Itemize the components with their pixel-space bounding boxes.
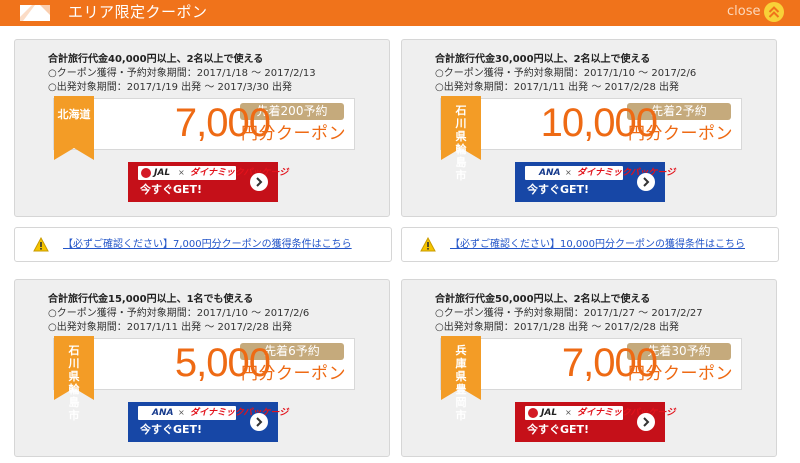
chevron-up-icon bbox=[768, 6, 780, 18]
times-mark: × bbox=[565, 408, 572, 417]
acquire-period: ○クーポン獲得・予約対象期間：2017/1/10 ～ 2017/2/6 bbox=[435, 68, 697, 79]
close-button[interactable] bbox=[764, 2, 784, 22]
area-label: 石川県輪島市 bbox=[455, 104, 467, 182]
get-button-label: 今すぐGET! bbox=[140, 423, 203, 436]
area-tag: 兵庫県豊岡市 bbox=[441, 336, 481, 422]
coupon-card: 合計旅行代金50,000円以上、2名以上で使える ○クーポン獲得・予約対象期間：… bbox=[401, 279, 777, 457]
departure-period: ○出発対象期間：2017/1/11 出発 ～ 2017/2/28 出発 bbox=[435, 82, 679, 93]
area-label: 北海道 bbox=[57, 108, 91, 121]
coupon-unit: 円分クーポン bbox=[628, 124, 733, 144]
arrow-right-icon bbox=[250, 413, 268, 431]
page-title: エリア限定クーポン bbox=[68, 3, 208, 21]
times-mark: × bbox=[178, 408, 185, 417]
acquire-period: ○クーポン獲得・予約対象期間：2017/1/27 ～ 2017/2/27 bbox=[435, 308, 703, 319]
notice-row: 【必ずご確認ください】7,000円分クーポンの獲得条件はこちら bbox=[14, 227, 392, 262]
departure-period: ○出発対象期間：2017/1/28 出発 ～ 2017/2/28 出発 bbox=[435, 322, 679, 333]
area-label: 兵庫県豊岡市 bbox=[455, 344, 467, 422]
coupon-unit: 円分クーポン bbox=[628, 364, 733, 384]
airline-name: ANA bbox=[152, 408, 174, 418]
coupon-amount-panel: 石川県輪島市 先着2予約 10,000 円分クーポン bbox=[440, 96, 742, 182]
times-mark: × bbox=[565, 168, 572, 177]
arrow-right-icon bbox=[637, 173, 655, 191]
get-coupon-button[interactable]: JAL × ダイナミックパッケージ 今すぐGET! bbox=[515, 402, 675, 442]
coupon-card: 合計旅行代金40,000円以上、2名以上で使える ○クーポン獲得・予約対象期間：… bbox=[14, 39, 390, 217]
notice-row: 【必ずご確認ください】10,000円分クーポンの獲得条件はこちら bbox=[401, 227, 779, 262]
area-label: 石川県輪島市 bbox=[68, 344, 80, 422]
acquire-period: ○クーポン獲得・予約対象期間：2017/1/18 ～ 2017/2/13 bbox=[48, 68, 316, 79]
airline-logo-strip: ANA × ダイナミックパッケージ bbox=[525, 166, 675, 180]
arrow-right-icon bbox=[637, 413, 655, 431]
coupon-condition: 合計旅行代金30,000円以上、2名以上で使える bbox=[435, 54, 651, 65]
times-mark: × bbox=[178, 168, 185, 177]
area-tag: 石川県輪島市 bbox=[441, 96, 481, 182]
pack-logo: ダイナミックパッケージ bbox=[577, 408, 676, 418]
departure-period: ○出発対象期間：2017/1/11 出発 ～ 2017/2/28 出発 bbox=[48, 322, 292, 333]
coupon-condition: 合計旅行代金40,000円以上、2名以上で使える bbox=[48, 54, 264, 65]
jal-crane-icon bbox=[141, 168, 151, 178]
airline-logo-strip: JAL × ダイナミックパッケージ bbox=[525, 406, 675, 420]
get-coupon-button[interactable]: JAL × ダイナミックパッケージ 今すぐGET! bbox=[128, 162, 288, 202]
area-tag: 石川県輪島市 bbox=[54, 336, 94, 422]
area-tag: 北海道 bbox=[54, 96, 94, 160]
coupon-card: 合計旅行代金30,000円以上、2名以上で使える ○クーポン獲得・予約対象期間：… bbox=[401, 39, 777, 217]
coupon-unit: 円分クーポン bbox=[241, 364, 346, 384]
pack-logo: ダイナミックパッケージ bbox=[577, 168, 676, 178]
pack-logo: ダイナミックパッケージ bbox=[190, 168, 289, 178]
airline-name: JAL bbox=[154, 168, 171, 178]
coupon-ticket-icon bbox=[18, 3, 52, 23]
arrow-right-icon bbox=[250, 173, 268, 191]
warning-icon bbox=[33, 237, 49, 252]
close-link[interactable]: close bbox=[727, 4, 760, 19]
get-coupon-button[interactable]: ANA × ダイナミックパッケージ 今すぐGET! bbox=[515, 162, 675, 202]
airline-logo-strip: JAL × ダイナミックパッケージ bbox=[138, 166, 288, 180]
warning-icon bbox=[420, 237, 436, 252]
jal-crane-icon bbox=[528, 408, 538, 418]
acquire-period: ○クーポン獲得・予約対象期間：2017/1/10 ～ 2017/2/6 bbox=[48, 308, 310, 319]
pack-logo: ダイナミックパッケージ bbox=[190, 408, 289, 418]
coupon-terms-link[interactable]: 【必ずご確認ください】7,000円分クーポンの獲得条件はこちら bbox=[63, 238, 352, 252]
airline-name: ANA bbox=[539, 168, 561, 178]
coupon-header: エリア限定クーポン close bbox=[0, 0, 800, 26]
airline-name: JAL bbox=[541, 408, 558, 418]
coupon-amount-panel: 石川県輪島市 先着6予約 5,000 円分クーポン bbox=[53, 336, 355, 422]
get-coupon-button[interactable]: ANA × ダイナミックパッケージ 今すぐGET! bbox=[128, 402, 288, 442]
coupon-amount-panel: 兵庫県豊岡市 先着30予約 7,000 円分クーポン bbox=[440, 336, 742, 422]
coupon-amount-panel: 北海道 先着200予約 7,000 円分クーポン bbox=[53, 96, 355, 160]
coupon-condition: 合計旅行代金50,000円以上、2名以上で使える bbox=[435, 294, 651, 305]
coupon-unit: 円分クーポン bbox=[241, 124, 346, 144]
coupon-condition: 合計旅行代金15,000円以上、1名でも使える bbox=[48, 294, 254, 305]
get-button-label: 今すぐGET! bbox=[527, 423, 590, 436]
coupon-terms-link[interactable]: 【必ずご確認ください】10,000円分クーポンの獲得条件はこちら bbox=[450, 238, 745, 252]
departure-period: ○出発対象期間：2017/1/19 出発 ～ 2017/3/30 出発 bbox=[48, 82, 292, 93]
get-button-label: 今すぐGET! bbox=[527, 183, 590, 196]
airline-logo-strip: ANA × ダイナミックパッケージ bbox=[138, 406, 288, 420]
get-button-label: 今すぐGET! bbox=[140, 183, 203, 196]
coupon-card: 合計旅行代金15,000円以上、1名でも使える ○クーポン獲得・予約対象期間：2… bbox=[14, 279, 390, 457]
